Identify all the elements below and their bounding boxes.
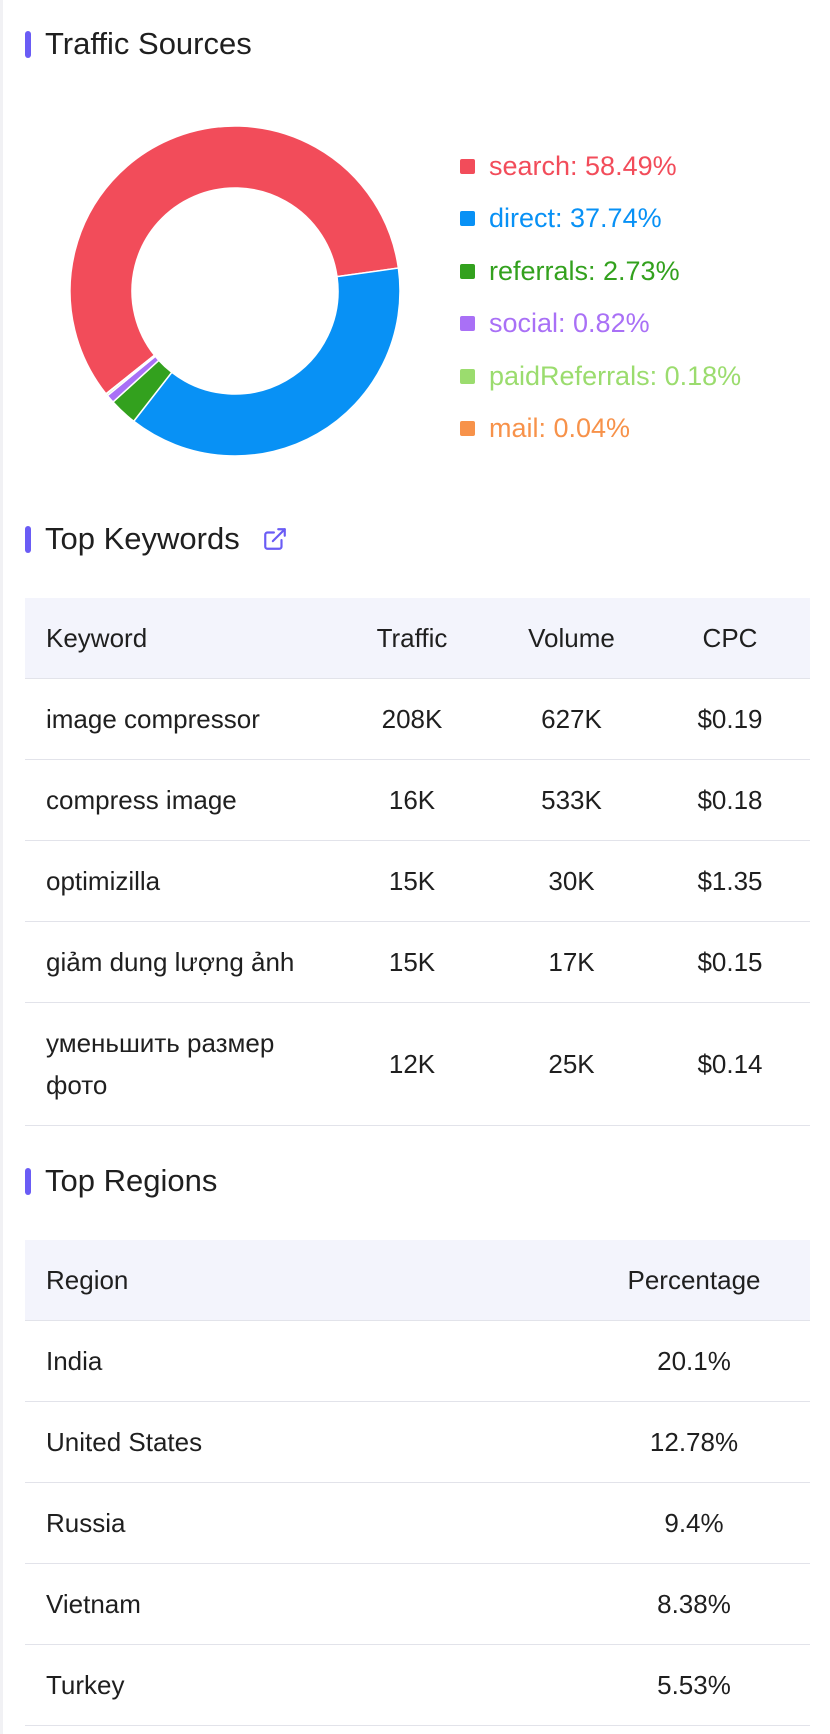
legend-swatch bbox=[460, 421, 475, 437]
table-row[interactable]: giảm dung lượng ảnh 15K 17K $0.15 bbox=[25, 921, 810, 1003]
top-keywords-table: Keyword Traffic Volume CPC image compres… bbox=[25, 598, 810, 1126]
traffic-sources-heading: Traffic Sources bbox=[25, 26, 252, 62]
legend-item-paid-referrals[interactable]: paidReferrals: 0.18% bbox=[460, 350, 741, 403]
volume-cell: 627K bbox=[493, 678, 650, 760]
legend-swatch bbox=[460, 211, 475, 227]
percentage-cell: 12.78% bbox=[578, 1401, 810, 1483]
panel-left-border bbox=[0, 0, 3, 1734]
region-cell: Turkey bbox=[25, 1644, 578, 1726]
region-cell: Vietnam bbox=[25, 1563, 578, 1645]
cpc-cell: $0.18 bbox=[650, 759, 810, 841]
top-regions-heading: Top Regions bbox=[25, 1163, 217, 1199]
top-keywords-title: Top Keywords bbox=[45, 521, 240, 556]
column-header-region: Region bbox=[25, 1240, 578, 1321]
legend-label: referrals: 2.73% bbox=[489, 255, 680, 286]
volume-cell: 30K bbox=[493, 840, 650, 922]
keyword-cell: giảm dung lượng ảnh bbox=[25, 921, 331, 1003]
traffic-sources-donut-chart bbox=[70, 126, 400, 456]
table-row[interactable]: India 20.1% bbox=[25, 1320, 810, 1402]
section-accent-bar bbox=[25, 30, 31, 58]
volume-cell: 17K bbox=[493, 921, 650, 1003]
top-regions-title: Top Regions bbox=[45, 1163, 218, 1198]
legend-swatch bbox=[460, 368, 475, 384]
cpc-cell: $0.14 bbox=[650, 1002, 810, 1126]
legend-item-direct[interactable]: direct: 37.74% bbox=[460, 193, 741, 246]
volume-cell: 25K bbox=[493, 1002, 650, 1126]
table-header-row: Region Percentage bbox=[25, 1240, 810, 1321]
legend-item-referrals[interactable]: referrals: 2.73% bbox=[460, 245, 741, 298]
percentage-cell: 20.1% bbox=[578, 1320, 810, 1402]
percentage-cell: 8.38% bbox=[578, 1563, 810, 1645]
keyword-cell: уменьшить размер фото bbox=[25, 1002, 331, 1126]
table-row[interactable]: optimizilla 15K 30K $1.35 bbox=[25, 840, 810, 922]
column-header-keyword: Keyword bbox=[25, 598, 331, 679]
cpc-cell: $0.15 bbox=[650, 921, 810, 1003]
legend-item-social[interactable]: social: 0.82% bbox=[460, 298, 741, 351]
column-header-volume: Volume bbox=[493, 598, 650, 679]
table-row[interactable]: compress image 16K 533K $0.18 bbox=[25, 759, 810, 841]
table-row[interactable]: уменьшить размер фото 12K 25K $0.14 bbox=[25, 1002, 810, 1126]
legend-label: paidReferrals: 0.18% bbox=[489, 360, 742, 391]
table-row[interactable]: Russia 9.4% bbox=[25, 1482, 810, 1564]
legend-item-mail[interactable]: mail: 0.04% bbox=[460, 403, 741, 456]
legend-label: mail: 0.04% bbox=[489, 413, 631, 444]
traffic-cell: 15K bbox=[331, 840, 493, 922]
region-cell: Russia bbox=[25, 1482, 578, 1564]
table-row[interactable]: Turkey 5.53% bbox=[25, 1644, 810, 1726]
table-row[interactable]: United States 12.78% bbox=[25, 1401, 810, 1483]
column-header-cpc: CPC bbox=[650, 598, 810, 679]
traffic-sources-legend: search: 58.49% direct: 37.74% referrals:… bbox=[460, 140, 741, 455]
top-keywords-heading: Top Keywords bbox=[25, 521, 288, 557]
legend-swatch bbox=[460, 316, 475, 332]
keyword-cell: image compressor bbox=[25, 678, 331, 760]
region-cell: India bbox=[25, 1320, 578, 1402]
traffic-cell: 15K bbox=[331, 921, 493, 1003]
legend-label: direct: 37.74% bbox=[489, 203, 662, 234]
slice-direct[interactable] bbox=[132, 267, 400, 456]
volume-cell: 533K bbox=[493, 759, 650, 841]
keyword-cell: optimizilla bbox=[25, 840, 331, 922]
legend-label: social: 0.82% bbox=[489, 308, 650, 339]
percentage-cell: 9.4% bbox=[578, 1482, 810, 1564]
section-accent-bar bbox=[25, 1167, 31, 1195]
cpc-cell: $1.35 bbox=[650, 840, 810, 922]
legend-item-search[interactable]: search: 58.49% bbox=[460, 140, 741, 193]
keyword-cell: compress image bbox=[25, 759, 331, 841]
traffic-sources-title: Traffic Sources bbox=[45, 26, 252, 61]
traffic-cell: 208K bbox=[331, 678, 493, 760]
legend-swatch bbox=[460, 158, 475, 174]
traffic-cell: 12K bbox=[331, 1002, 493, 1126]
region-cell: United States bbox=[25, 1401, 578, 1483]
percentage-cell: 5.53% bbox=[578, 1644, 810, 1726]
table-row[interactable]: image compressor 208K 627K $0.19 bbox=[25, 678, 810, 760]
table-header-row: Keyword Traffic Volume CPC bbox=[25, 598, 810, 679]
table-row[interactable]: Vietnam 8.38% bbox=[25, 1563, 810, 1645]
column-header-percentage: Percentage bbox=[578, 1240, 810, 1321]
cpc-cell: $0.19 bbox=[650, 678, 810, 760]
external-link-icon[interactable] bbox=[262, 526, 288, 552]
legend-swatch bbox=[460, 263, 475, 279]
section-accent-bar bbox=[25, 525, 31, 553]
traffic-cell: 16K bbox=[331, 759, 493, 841]
legend-label: search: 58.49% bbox=[489, 150, 677, 181]
top-regions-table: Region Percentage India 20.1% United Sta… bbox=[25, 1240, 810, 1726]
column-header-traffic: Traffic bbox=[331, 598, 493, 679]
